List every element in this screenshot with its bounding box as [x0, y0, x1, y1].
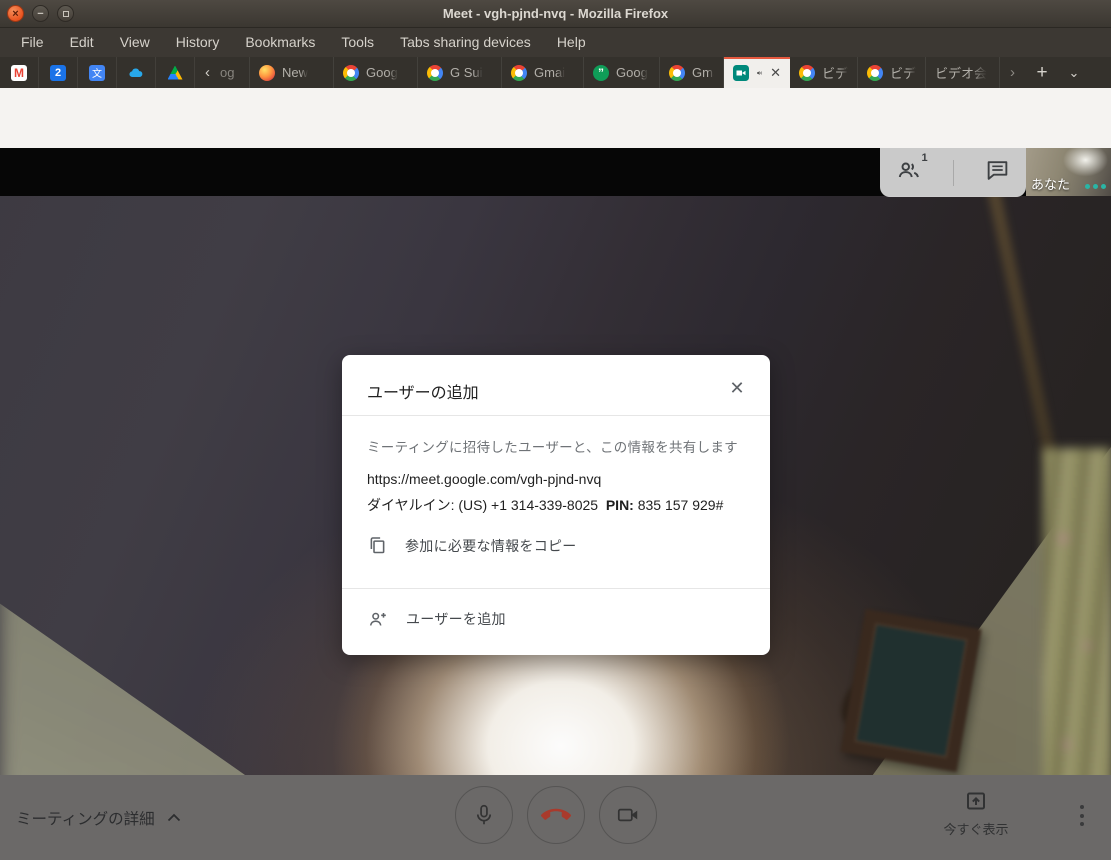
menu-edit[interactable]: Edit	[57, 28, 107, 57]
tab-meet-active[interactable]: ✕	[724, 57, 790, 88]
tab-hangouts[interactable]: ” Goog	[584, 57, 660, 88]
meeting-link: https://meet.google.com/vgh-pjnd-nvq	[367, 471, 601, 487]
meet-page: 1 あなた ユーザーの追加 ✕ ミーティングに招待したユーザーと、この情報を共有…	[0, 148, 1111, 860]
google-drive-icon	[168, 66, 183, 80]
menu-bar: File Edit View History Bookmarks Tools T…	[0, 28, 1111, 57]
share-info-text: ミーティングに招待したユーザーと、この情報を共有します	[367, 436, 738, 456]
pinned-tab-gmail[interactable]: M	[0, 57, 39, 88]
calendar-icon: 2	[50, 65, 66, 81]
menu-history[interactable]: History	[163, 28, 233, 57]
meet-icon	[733, 65, 749, 81]
leave-call-button[interactable]	[527, 786, 585, 844]
window-minimize-button[interactable]: −	[32, 5, 49, 22]
menu-view[interactable]: View	[107, 28, 163, 57]
google-icon	[799, 65, 815, 81]
tab-scroll-left-button[interactable]: ‹	[195, 57, 220, 88]
window-titlebar: × − Meet - vgh-pjnd-nvq - Mozilla Firefo…	[0, 0, 1111, 28]
pinned-tab-calendar[interactable]: 2	[39, 57, 78, 88]
microphone-icon	[471, 802, 497, 828]
tab-gsuite[interactable]: G Sui	[418, 57, 502, 88]
navigation-toolbar: https://meet.g ••• ★	[0, 88, 1111, 148]
video-picture-frame	[840, 609, 981, 772]
window-maximize-button[interactable]	[57, 5, 74, 22]
pinned-tab-drive[interactable]	[156, 57, 195, 88]
google-icon	[427, 65, 443, 81]
call-end-icon	[541, 800, 571, 830]
tab-close-icon[interactable]: ✕	[770, 65, 781, 81]
participants-button[interactable]: 1	[896, 157, 922, 188]
dialog-divider	[342, 415, 770, 416]
more-options-button[interactable]	[1076, 801, 1088, 830]
pinned-tab-translate[interactable]: 文	[78, 57, 117, 88]
chevron-up-icon	[167, 813, 181, 822]
dialog-divider	[342, 588, 770, 589]
participants-count-badge: 1	[922, 152, 928, 164]
cloud-drive-icon	[128, 65, 144, 81]
google-icon	[669, 65, 685, 81]
pin-value: 835 157 929#	[638, 497, 724, 513]
camera-button[interactable]	[599, 786, 657, 844]
add-users-label: ユーザーを追加	[406, 609, 506, 629]
present-now-button[interactable]: 今すぐ表示	[938, 789, 1014, 838]
tab-google-1[interactable]: Goog	[334, 57, 418, 88]
tab-scroll-right-button[interactable]: ›	[1000, 57, 1025, 88]
dialog-title: ユーザーの追加	[367, 379, 479, 403]
firefox-window: × − Meet - vgh-pjnd-nvq - Mozilla Firefo…	[0, 0, 1111, 860]
add-users-button[interactable]: ユーザーを追加	[367, 608, 506, 630]
tab-new[interactable]: New	[250, 57, 334, 88]
translate-icon: 文	[89, 65, 105, 81]
firefox-icon	[259, 65, 275, 81]
meeting-details-label: ミーティングの詳細	[16, 807, 155, 829]
microphone-button[interactable]	[455, 786, 513, 844]
person-add-icon	[367, 608, 389, 630]
tab-video-2[interactable]: ビデ	[858, 57, 926, 88]
tab-gmail-1[interactable]: Gmai	[502, 57, 584, 88]
add-users-dialog: ユーザーの追加 ✕ ミーティングに招待したユーザーと、この情報を共有します ht…	[342, 355, 770, 655]
tab-partial[interactable]: og	[220, 57, 250, 88]
pin-label: PIN:	[606, 497, 634, 513]
bottom-control-bar: ミーティングの詳細 今すぐ表示	[0, 775, 1111, 860]
dialin-info: ダイヤルイン: (US) +1 314-339-8025 PIN: 835 15…	[367, 495, 723, 515]
google-icon	[867, 65, 883, 81]
you-label: あなた	[1031, 174, 1070, 193]
audio-level-dots-icon	[1085, 184, 1106, 189]
present-icon	[964, 789, 988, 813]
window-title: Meet - vgh-pjnd-nvq - Mozilla Firefox	[443, 6, 668, 21]
menu-file[interactable]: File	[8, 28, 57, 57]
hangouts-icon: ”	[593, 65, 609, 81]
tab-video-1[interactable]: ビデ	[790, 57, 858, 88]
menu-help[interactable]: Help	[544, 28, 599, 57]
google-icon	[511, 65, 527, 81]
dialin-text: ダイヤルイン: (US) +1 314-339-8025	[367, 497, 598, 513]
tab-list-dropdown-button[interactable]: ⌄	[1059, 57, 1089, 88]
tab-video-3[interactable]: ビデオ会	[926, 57, 1000, 88]
meeting-details-toggle[interactable]: ミーティングの詳細	[16, 775, 181, 860]
pinned-tab-onedrive[interactable]	[117, 57, 156, 88]
new-tab-button[interactable]: +	[1025, 57, 1059, 88]
self-view-thumbnail[interactable]: あなた	[1026, 148, 1111, 196]
menu-tabs-sharing-devices[interactable]: Tabs sharing devices	[387, 28, 544, 57]
tab-bar: M 2 文 ‹ og New Goog G Sui Gmai ” Goog	[0, 57, 1111, 88]
copy-label: 参加に必要な情報をコピー	[405, 536, 577, 556]
videocam-icon	[615, 802, 641, 828]
tab-audio-icon[interactable]	[756, 66, 763, 80]
present-now-label: 今すぐ表示	[943, 819, 1008, 838]
gmail-icon: M	[11, 65, 27, 81]
window-close-button[interactable]: ×	[7, 5, 24, 22]
chat-button[interactable]	[985, 158, 1010, 188]
top-right-panel: 1	[880, 148, 1026, 197]
menu-bookmarks[interactable]: Bookmarks	[232, 28, 328, 57]
copy-icon	[367, 535, 388, 556]
panel-divider	[953, 160, 954, 186]
dialog-close-icon[interactable]: ✕	[724, 375, 750, 401]
copy-joining-info-button[interactable]: 参加に必要な情報をコピー	[367, 535, 577, 556]
tab-gmail-2[interactable]: Gmai	[660, 57, 724, 88]
menu-tools[interactable]: Tools	[328, 28, 387, 57]
google-icon	[343, 65, 359, 81]
